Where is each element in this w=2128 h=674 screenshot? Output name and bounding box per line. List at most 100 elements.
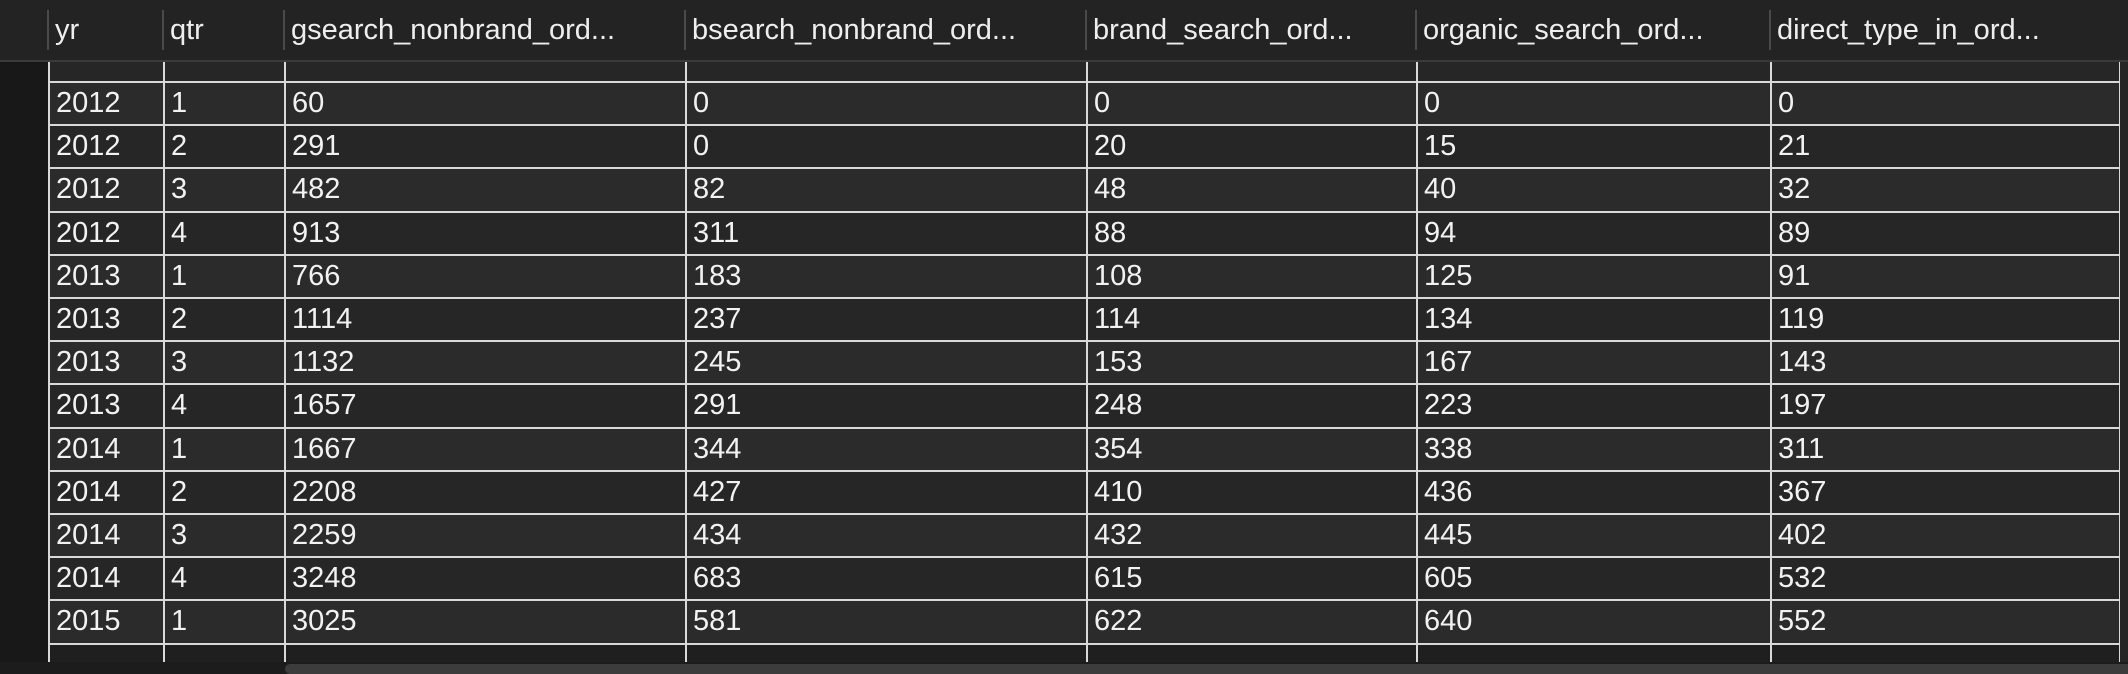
cell-qtr[interactable]: 3	[164, 514, 285, 557]
cell-qtr[interactable]: 4	[164, 384, 285, 427]
cell-brand-search[interactable]: 114	[1087, 298, 1417, 341]
result-grid[interactable]: yr qtr gsearch_nonbrand_ord... bsearch_nonb…	[0, 0, 2128, 674]
cell-bsearch-nonbrand[interactable]: 0	[686, 82, 1087, 125]
column-header-direct-type-in[interactable]: direct_type_in_ord...	[1771, 0, 2120, 60]
cell-organic-search[interactable]: 338	[1417, 428, 1771, 471]
cell-qtr[interactable]: 2	[164, 298, 285, 341]
cell-gsearch-nonbrand[interactable]: 1657	[285, 384, 686, 427]
cell-direct-type-in[interactable]: 552	[1771, 600, 2120, 643]
cell-brand-search[interactable]: 615	[1087, 557, 1417, 600]
table-row[interactable]: 2013 1 766 183 108 125 91	[49, 254, 2128, 298]
horizontal-scrollbar[interactable]	[285, 664, 2128, 674]
cell-organic-search[interactable]: 436	[1417, 471, 1771, 514]
cell-brand-search[interactable]: 88	[1087, 212, 1417, 255]
cell-direct-type-in[interactable]: 119	[1771, 298, 2120, 341]
cell-organic-search[interactable]: 605	[1417, 557, 1771, 600]
cell-direct-type-in[interactable]: 367	[1771, 471, 2120, 514]
cell-qtr[interactable]: 1	[164, 82, 285, 125]
cell-organic-search[interactable]: 640	[1417, 600, 1771, 643]
cell-bsearch-nonbrand[interactable]: 683	[686, 557, 1087, 600]
cell-yr[interactable]: 2014	[49, 428, 164, 471]
cell-organic-search[interactable]: 94	[1417, 212, 1771, 255]
cell-yr[interactable]: 2013	[49, 341, 164, 384]
table-row[interactable]: 2015 1 3025 581 622 640 552	[49, 600, 2128, 644]
cell-organic-search[interactable]: 15	[1417, 125, 1771, 168]
cell-organic-search[interactable]: 125	[1417, 255, 1771, 298]
cell-organic-search[interactable]: 445	[1417, 514, 1771, 557]
cell-qtr[interactable]: 1	[164, 255, 285, 298]
cell-organic-search[interactable]: 134	[1417, 298, 1771, 341]
cell-direct-type-in[interactable]: 197	[1771, 384, 2120, 427]
table-row[interactable]: 2012 3 482 82 48 40 32	[49, 168, 2128, 212]
cell-yr[interactable]: 2013	[49, 255, 164, 298]
cell-qtr[interactable]: 2	[164, 471, 285, 514]
cell-qtr[interactable]: 4	[164, 557, 285, 600]
cell-bsearch-nonbrand[interactable]: 0	[686, 125, 1087, 168]
cell-brand-search[interactable]: 0	[1087, 82, 1417, 125]
cell-yr[interactable]: 2014	[49, 514, 164, 557]
cell-gsearch-nonbrand[interactable]: 766	[285, 255, 686, 298]
cell-direct-type-in[interactable]: 91	[1771, 255, 2120, 298]
column-resize-handle[interactable]	[684, 10, 686, 50]
cell-qtr[interactable]: 4	[164, 212, 285, 255]
table-row[interactable]: 2013 2 1114 237 114 134 119	[49, 298, 2128, 341]
cell-bsearch-nonbrand[interactable]: 245	[686, 341, 1087, 384]
cell-gsearch-nonbrand[interactable]: 913	[285, 212, 686, 255]
column-header-organic-search[interactable]: organic_search_ord...	[1417, 0, 1771, 60]
cell-bsearch-nonbrand[interactable]: 291	[686, 384, 1087, 427]
cell-brand-search[interactable]: 20	[1087, 125, 1417, 168]
column-header-brand-search[interactable]: brand_search_ord...	[1087, 0, 1417, 60]
cell-brand-search[interactable]: 354	[1087, 428, 1417, 471]
cell-gsearch-nonbrand[interactable]: 2208	[285, 471, 686, 514]
cell-brand-search[interactable]: 153	[1087, 341, 1417, 384]
cell-bsearch-nonbrand[interactable]: 434	[686, 514, 1087, 557]
table-row[interactable]: 2014 4 3248 683 615 605 532	[49, 557, 2128, 601]
table-row[interactable]: 2012 4 913 311 88 94 89	[49, 211, 2128, 255]
cell-gsearch-nonbrand[interactable]: 60	[285, 82, 686, 125]
cell-bsearch-nonbrand[interactable]: 427	[686, 471, 1087, 514]
table-row[interactable]: 2013 3 1132 245 153 167 143	[49, 341, 2128, 385]
cell-gsearch-nonbrand[interactable]: 1667	[285, 428, 686, 471]
cell-gsearch-nonbrand[interactable]: 3248	[285, 557, 686, 600]
cell-gsearch-nonbrand[interactable]: 482	[285, 168, 686, 211]
cell-bsearch-nonbrand[interactable]: 344	[686, 428, 1087, 471]
column-resize-handle[interactable]	[1085, 10, 1087, 50]
table-row[interactable]: 2012 2 291 0 20 15 21	[49, 125, 2128, 169]
table-row[interactable]: 2012 1 60 0 0 0 0	[49, 82, 2128, 125]
cell-yr[interactable]: 2012	[49, 125, 164, 168]
cell-bsearch-nonbrand[interactable]: 237	[686, 298, 1087, 341]
cell-yr[interactable]: 2012	[49, 168, 164, 211]
cell-yr[interactable]: 2013	[49, 384, 164, 427]
cell-yr[interactable]: 2014	[49, 557, 164, 600]
table-row[interactable]: 2013 4 1657 291 248 223 197	[49, 384, 2128, 428]
cell-direct-type-in[interactable]: 89	[1771, 212, 2120, 255]
cell-brand-search[interactable]: 48	[1087, 168, 1417, 211]
cell-brand-search[interactable]: 410	[1087, 471, 1417, 514]
cell-yr[interactable]: 2013	[49, 298, 164, 341]
cell-yr[interactable]: 2012	[49, 212, 164, 255]
column-resize-handle[interactable]	[283, 10, 285, 50]
cell-qtr[interactable]: 2	[164, 125, 285, 168]
cell-yr[interactable]: 2014	[49, 471, 164, 514]
cell-qtr[interactable]: 1	[164, 600, 285, 643]
column-header-qtr[interactable]: qtr	[164, 0, 285, 60]
cell-brand-search[interactable]: 432	[1087, 514, 1417, 557]
column-resize-handle[interactable]	[162, 10, 164, 50]
cell-brand-search[interactable]: 622	[1087, 600, 1417, 643]
cell-direct-type-in[interactable]: 32	[1771, 168, 2120, 211]
cell-organic-search[interactable]: 0	[1417, 82, 1771, 125]
column-header-bsearch-nonbrand[interactable]: bsearch_nonbrand_ord...	[686, 0, 1087, 60]
cell-bsearch-nonbrand[interactable]: 183	[686, 255, 1087, 298]
cell-bsearch-nonbrand[interactable]: 82	[686, 168, 1087, 211]
cell-direct-type-in[interactable]: 143	[1771, 341, 2120, 384]
cell-qtr[interactable]: 1	[164, 428, 285, 471]
table-row[interactable]: 2014 3 2259 434 432 445 402	[49, 514, 2128, 557]
column-resize-handle[interactable]	[1769, 10, 1771, 50]
cell-qtr[interactable]: 3	[164, 341, 285, 384]
cell-direct-type-in[interactable]: 0	[1771, 82, 2120, 125]
column-resize-handle[interactable]	[1415, 10, 1417, 50]
table-row[interactable]: 2014 2 2208 427 410 436 367	[49, 470, 2128, 514]
cell-direct-type-in[interactable]: 402	[1771, 514, 2120, 557]
column-resize-handle[interactable]	[47, 10, 49, 50]
cell-bsearch-nonbrand[interactable]: 311	[686, 212, 1087, 255]
